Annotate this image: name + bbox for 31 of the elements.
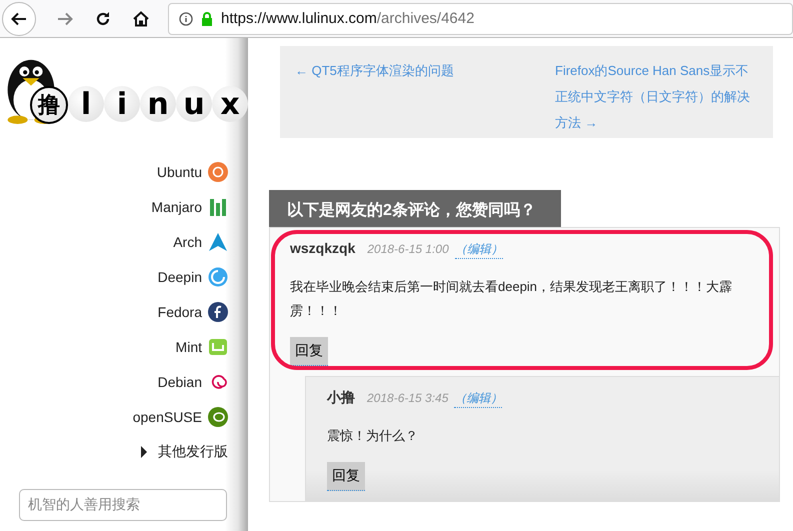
distro-link[interactable]: Ubuntu — [156, 164, 202, 180]
url-text: https://www.lulinux.com/archives/4642 — [221, 10, 474, 27]
comment-text: 我在毕业晚会结束后第一时间就去看deepin，结果发现老王离职了！！！大霹雳！！！ — [290, 278, 734, 320]
distro-link[interactable]: Mint — [176, 338, 202, 354]
more-distros-link[interactable]: 其他发行版 — [158, 442, 228, 460]
search-field[interactable]: 机智的人善用搜索 — [19, 489, 227, 521]
reply-button[interactable]: 回复 — [290, 337, 328, 366]
distro-link[interactable]: Arch — [173, 234, 202, 250]
distro-link[interactable]: Manjaro — [151, 198, 202, 214]
logo-letter: x — [212, 86, 248, 122]
logo-letter: 撸 — [30, 86, 68, 124]
reply-button[interactable]: 回复 — [327, 462, 365, 491]
logo-letter: i — [104, 86, 140, 122]
address-bar[interactable]: https://www.lulinux.com/archives/4642 — [168, 2, 793, 34]
logo-letter: u — [176, 86, 212, 122]
home-icon[interactable] — [132, 10, 150, 28]
comment-author: wszqkzqk — [290, 240, 356, 256]
comment-date: 2018-6-15 3:45 — [367, 391, 448, 405]
comment-date: 2018-6-15 1:00 — [367, 242, 449, 256]
back-button[interactable] — [2, 2, 36, 36]
comment-text: 震惊！为什么？ — [327, 427, 419, 445]
info-icon[interactable] — [179, 12, 193, 26]
logo-letter: n — [140, 86, 176, 122]
reload-icon[interactable] — [94, 10, 112, 28]
distro-link[interactable]: Debian — [158, 374, 202, 390]
comments-heading: 以下是网友的2条评论，您赞同吗？ — [269, 190, 561, 227]
distro-link[interactable]: Fedora — [158, 304, 202, 320]
distro-link[interactable]: openSUSE — [132, 408, 202, 424]
logo-letter: l — [68, 86, 104, 122]
comment-author: 小撸 — [327, 389, 355, 407]
distro-link[interactable]: Deepin — [158, 268, 202, 284]
